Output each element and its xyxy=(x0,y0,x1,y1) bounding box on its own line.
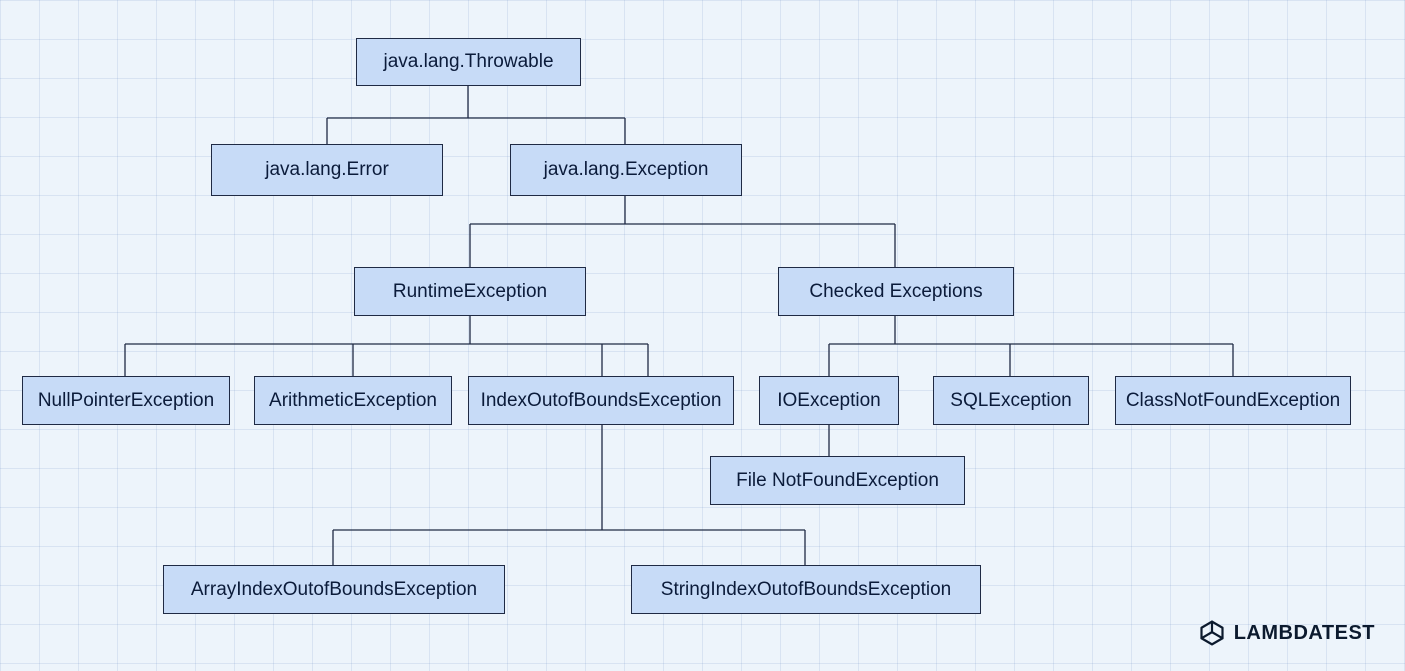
node-io-exception: IOException xyxy=(759,376,899,425)
node-sql-exception: SQLException xyxy=(933,376,1089,425)
lambdatest-icon xyxy=(1198,619,1226,647)
node-stringindexoutofbounds-exception: StringIndexOutofBoundsException xyxy=(631,565,981,614)
node-filenotfound-exception: File NotFoundException xyxy=(710,456,965,505)
node-error: java.lang.Error xyxy=(211,144,443,196)
node-throwable: java.lang.Throwable xyxy=(356,38,581,86)
node-exception: java.lang.Exception xyxy=(510,144,742,196)
node-indexoutofbounds-exception: IndexOutofBoundsException xyxy=(468,376,734,425)
node-checked-exceptions: Checked Exceptions xyxy=(778,267,1014,316)
node-runtime-exception: RuntimeException xyxy=(354,267,586,316)
node-classnotfound-exception: ClassNotFoundException xyxy=(1115,376,1351,425)
brand-logo: LAMBDATEST xyxy=(1198,619,1375,647)
node-arithmetic-exception: ArithmeticException xyxy=(254,376,452,425)
node-nullpointer-exception: NullPointerException xyxy=(22,376,230,425)
node-arrayindexoutofbounds-exception: ArrayIndexOutofBoundsException xyxy=(163,565,505,614)
brand-text: LAMBDATEST xyxy=(1234,622,1375,645)
